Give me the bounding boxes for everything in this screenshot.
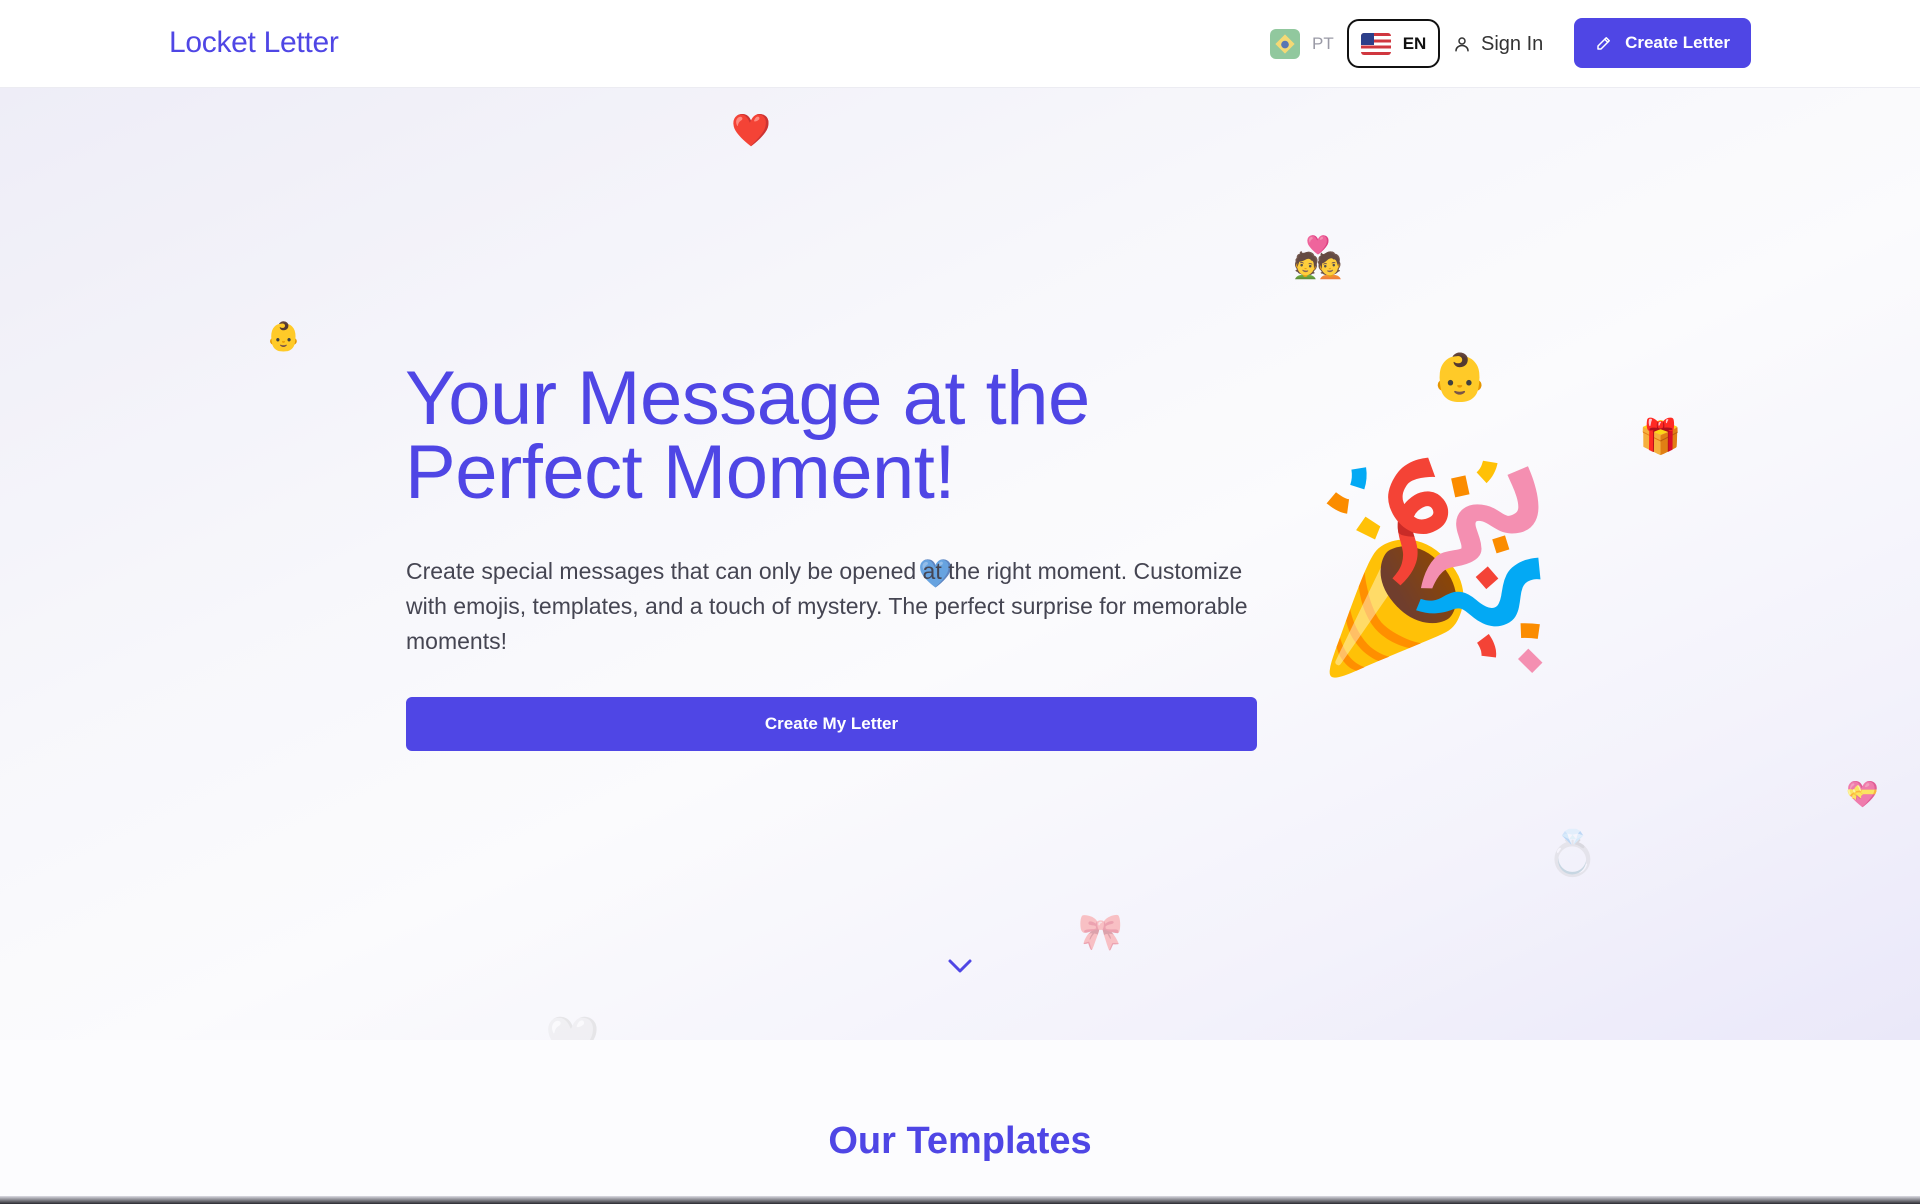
language-en-label: EN — [1402, 33, 1427, 53]
hero-section: ❤️ 💑 👶 👶 🎁 🎉 💙 💝 💍 🎀 🤍 Your Message at t… — [0, 88, 1920, 1062]
hero-title: Your Message at the Perfect Moment! — [405, 361, 1105, 511]
page: Locket Letter PT EN Sign In Create Lette… — [0, 0, 1920, 1204]
ring-icon: 💍 — [1545, 829, 1600, 878]
create-letter-button[interactable]: Create Letter — [1574, 18, 1751, 68]
sign-in-label: Sign In — [1481, 32, 1544, 55]
party-popper-icon: 🎉 — [1310, 456, 1560, 679]
sign-in-button[interactable]: Sign In — [1453, 28, 1543, 60]
logo[interactable]: Locket Letter — [169, 26, 339, 60]
baby-large-icon: 👶 — [1431, 351, 1489, 403]
window-bottom-edge — [0, 1196, 1920, 1204]
language-pt-button[interactable]: PT — [1270, 28, 1334, 60]
user-icon — [1455, 37, 1469, 52]
pencil-icon — [1597, 37, 1611, 50]
create-letter-label: Create Letter — [1625, 33, 1730, 52]
hero-title-line1: Your Message at the — [405, 356, 1090, 441]
baby-icon: 👶 — [266, 321, 301, 352]
top-nav: Locket Letter PT EN Sign In Create Lette… — [0, 0, 1920, 88]
language-en-button[interactable]: EN — [1347, 19, 1440, 68]
language-pt-label: PT — [1312, 34, 1334, 53]
couple-heart-icon: 💑 — [1293, 236, 1343, 280]
templates-section: Our Templates — [0, 1040, 1920, 1204]
templates-title: Our Templates — [828, 1120, 1092, 1162]
create-my-letter-button[interactable]: Create My Letter — [406, 697, 1257, 751]
chevron-down-icon[interactable] — [945, 954, 975, 978]
hero-subtitle: Create special messages that can only be… — [406, 558, 1248, 654]
gift-icon: 🎁 — [1639, 418, 1682, 456]
brazil-flag-icon — [1270, 29, 1300, 59]
hero-title-line2: Perfect Moment! — [405, 430, 956, 515]
us-flag-icon — [1360, 32, 1391, 55]
bow-icon: 🎀 — [1078, 911, 1123, 952]
heart-icon: ❤️ — [731, 112, 771, 148]
heart-ribbon-icon: 💝 — [1846, 779, 1879, 809]
